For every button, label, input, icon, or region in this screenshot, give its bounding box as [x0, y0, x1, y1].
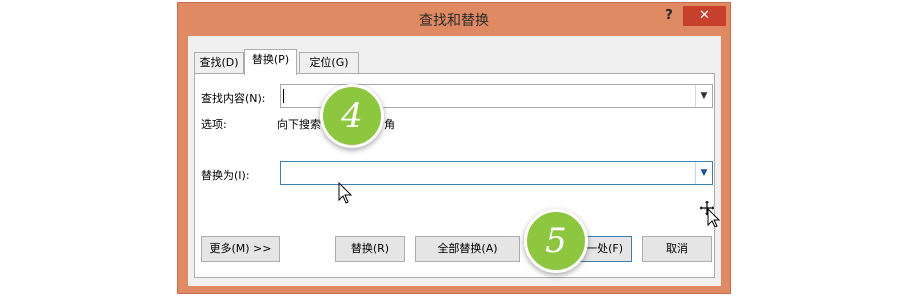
replace-panel: 查找内容(N): ▼ 选项: 向下搜索 角 替换为(I): ▼ 更多(M) >>… [194, 73, 715, 278]
text-caret [283, 89, 284, 103]
options-label: 选项: [201, 118, 227, 131]
step-4-badge: 4 [320, 84, 384, 148]
replace-dropdown-arrow-icon[interactable]: ▼ [695, 162, 712, 184]
tab-find[interactable]: 查找(D) [194, 52, 244, 74]
mouse-pointer-icon [338, 182, 353, 204]
dialog-client: 查找(D) 替换(P) 定位(G) 查找内容(N): ▼ 选项: 向下搜索 角 … [188, 36, 721, 286]
dialog-title: 查找和替换 [419, 13, 489, 29]
options-value-tail: 角 [384, 118, 395, 131]
find-dropdown-arrow-icon[interactable]: ▼ [695, 85, 712, 107]
tab-goto[interactable]: 定位(G) [299, 52, 359, 74]
find-what-label: 查找内容(N): [201, 92, 266, 105]
step-5-badge: 5 [524, 209, 588, 273]
move-cursor-icon [698, 199, 721, 227]
tab-replace[interactable]: 替换(P) [244, 49, 297, 75]
close-button[interactable]: ✕ [683, 6, 726, 26]
replace-with-label: 替换为(I): [201, 169, 250, 182]
options-value: 向下搜索 [277, 118, 321, 131]
help-button[interactable]: ? [658, 6, 680, 26]
cancel-button[interactable]: 取消 [642, 236, 712, 262]
find-replace-dialog: 查找和替换 ? ✕ 查找(D) 替换(P) 定位(G) 查找内容(N): ▼ 选… [177, 2, 731, 294]
replace-all-button[interactable]: 全部替换(A) [415, 236, 520, 262]
replace-button[interactable]: 替换(R) [335, 236, 405, 262]
more-button[interactable]: 更多(M) >> [201, 236, 280, 262]
